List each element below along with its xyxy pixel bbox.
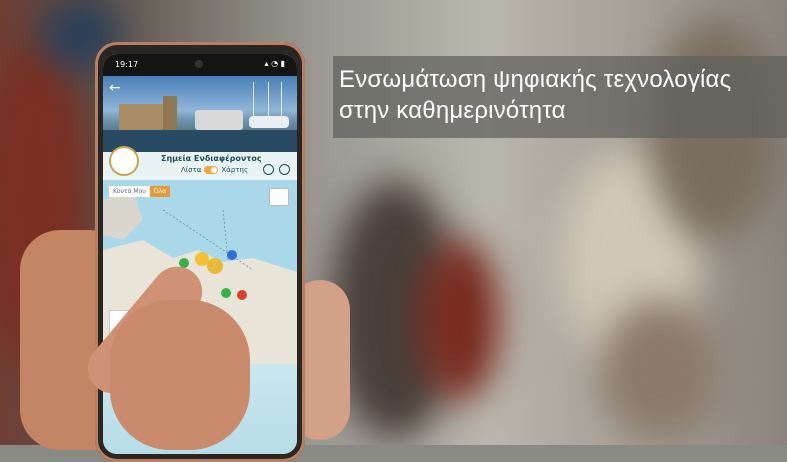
back-arrow-icon[interactable]: ← (109, 80, 121, 96)
header-photo: ← (103, 76, 297, 152)
status-bar: 19:17 ▴ ◔ ▮ (103, 54, 297, 76)
map-marker[interactable] (227, 250, 237, 260)
toggle-map-label: Χάρτης (221, 166, 249, 174)
filter-near-me[interactable]: Κοντά Μου (109, 186, 150, 197)
toggle-list-label: Λίστα (181, 166, 202, 174)
distance-filter[interactable]: Κοντά Μου Όλα (109, 186, 171, 197)
boat (195, 110, 243, 130)
thumb (110, 300, 250, 450)
caption-line-1: Ενσωμάτωση ψηφιακής τεχνολογίας (339, 66, 732, 93)
mast (253, 82, 254, 126)
globe-icon[interactable] (279, 164, 290, 175)
map-marker[interactable] (237, 290, 247, 300)
boat (249, 116, 289, 128)
page-title: Σημεία Ενδιαφέροντος (161, 154, 262, 163)
mast (268, 82, 269, 126)
map-marker-cluster[interactable] (207, 258, 223, 274)
map-marker[interactable] (221, 288, 231, 298)
front-camera (195, 60, 203, 68)
fortress-tower (163, 96, 177, 130)
toggle-switch[interactable] (204, 166, 219, 174)
signal-icon: ▴ ◔ ▮ (264, 59, 285, 68)
caption-box: Ενσωμάτωση ψηφιακής τεχνολογίας στην καθ… (333, 56, 787, 138)
layers-icon[interactable] (269, 188, 289, 206)
caption-line-2: στην καθημερινότητα (339, 97, 566, 124)
mast (281, 82, 282, 126)
logo-icon (109, 146, 139, 176)
filter-all[interactable]: Όλα (149, 186, 171, 197)
status-time: 19:17 (115, 60, 139, 69)
location-icon[interactable] (263, 164, 274, 175)
view-toggle[interactable]: Λίστα Χάρτης (181, 166, 248, 174)
